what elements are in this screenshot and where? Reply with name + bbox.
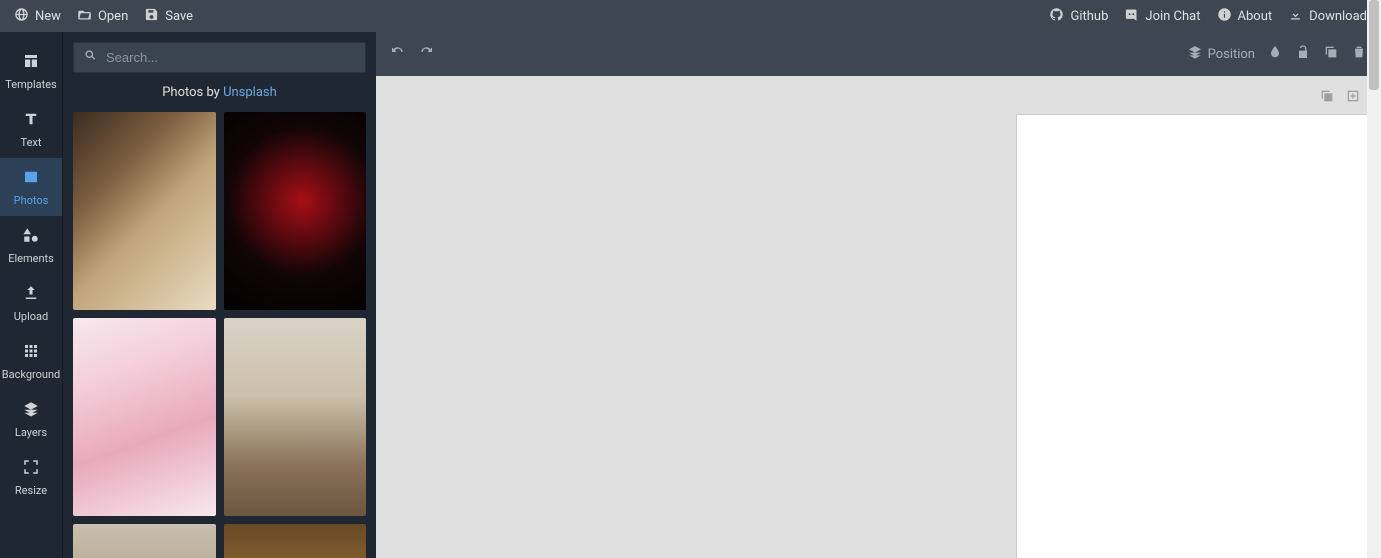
open-label: Open — [98, 9, 128, 24]
upload-icon — [22, 284, 40, 305]
opacity-button[interactable] — [1267, 44, 1283, 64]
shapes-icon — [22, 226, 40, 247]
undo-button[interactable] — [390, 44, 406, 64]
sidebar-item-photos[interactable]: Photos — [0, 158, 62, 216]
sidebar-item-label: Templates — [5, 78, 56, 91]
search-input[interactable] — [106, 50, 356, 65]
template-icon — [22, 52, 40, 73]
download-icon — [1288, 7, 1303, 26]
lock-button[interactable] — [1295, 44, 1311, 64]
canvas-area: Position — [376, 32, 1381, 558]
sidebar-item-label: Layers — [15, 426, 47, 439]
sidebar-item-label: Background — [2, 368, 60, 381]
sidebar-item-label: Photos — [14, 194, 49, 207]
sidebar-item-background[interactable]: Background — [0, 332, 62, 390]
github-label: Github — [1070, 9, 1108, 24]
undo-icon — [390, 44, 406, 64]
download-label: Download — [1309, 9, 1367, 24]
sidebar-item-upload[interactable]: Upload — [0, 274, 62, 332]
new-label: New — [35, 9, 61, 24]
globe-icon — [14, 7, 29, 26]
photo-thumb[interactable] — [73, 318, 216, 516]
drop-icon — [1267, 44, 1283, 64]
save-button[interactable]: Save — [144, 7, 193, 26]
attribution: Photos by Unsplash — [63, 79, 376, 112]
resize-icon — [22, 458, 40, 479]
attribution-prefix: Photos by — [162, 85, 223, 100]
about-link[interactable]: About — [1217, 7, 1273, 26]
position-button[interactable]: Position — [1187, 44, 1255, 64]
sidebar-item-templates[interactable]: Templates — [0, 42, 62, 100]
discord-icon — [1124, 7, 1139, 26]
duplicate-button[interactable] — [1323, 44, 1339, 64]
floppy-icon — [144, 7, 159, 26]
delete-button[interactable] — [1351, 44, 1367, 64]
photos-scroll[interactable] — [63, 112, 376, 558]
attribution-link[interactable]: Unsplash — [223, 85, 277, 100]
about-label: About — [1238, 9, 1273, 24]
github-icon — [1049, 7, 1064, 26]
photos-panel: Photos by Unsplash — [62, 32, 376, 558]
folder-open-icon — [77, 7, 92, 26]
grid-icon — [22, 342, 40, 363]
layers-icon — [1187, 44, 1203, 64]
left-rail: Templates Text Photos Elements Upload Ba… — [0, 32, 62, 558]
canvas-viewport[interactable] — [376, 76, 1381, 558]
sidebar-item-label: Text — [21, 136, 42, 149]
chat-label: Join Chat — [1145, 9, 1200, 24]
download-button[interactable]: Download — [1288, 7, 1367, 26]
redo-button[interactable] — [418, 44, 434, 64]
photo-thumb[interactable] — [73, 112, 216, 310]
new-button[interactable]: New — [14, 7, 61, 26]
save-label: Save — [165, 9, 193, 24]
layers-icon — [22, 400, 40, 421]
position-label: Position — [1208, 47, 1255, 62]
add-page-button[interactable] — [1345, 88, 1361, 108]
search-icon — [83, 48, 98, 67]
photo-thumb[interactable] — [224, 524, 367, 558]
sidebar-item-layers[interactable]: Layers — [0, 390, 62, 448]
trash-icon — [1351, 44, 1367, 64]
copy-icon — [1323, 44, 1339, 64]
sidebar-item-resize[interactable]: Resize — [0, 448, 62, 506]
photo-thumb[interactable] — [73, 524, 216, 558]
duplicate-page-button[interactable] — [1319, 88, 1335, 108]
page-1[interactable] — [1016, 114, 1381, 558]
topbar: New Open Save Github Join Chat Abou — [0, 0, 1381, 32]
photo-thumb[interactable] — [224, 318, 367, 516]
sidebar-item-elements[interactable]: Elements — [0, 216, 62, 274]
image-icon — [22, 168, 40, 189]
info-icon — [1217, 7, 1232, 26]
sidebar-item-label: Upload — [14, 310, 48, 323]
unlock-icon — [1295, 44, 1311, 64]
sidebar-item-text[interactable]: Text — [0, 100, 62, 158]
sidebar-item-label: Resize — [15, 484, 47, 497]
text-icon — [22, 110, 40, 131]
photo-thumb[interactable] — [224, 112, 367, 310]
github-link[interactable]: Github — [1049, 7, 1108, 26]
join-chat-link[interactable]: Join Chat — [1124, 7, 1200, 26]
canvas-toolbar: Position — [376, 32, 1381, 76]
sidebar-item-label: Elements — [8, 252, 54, 265]
open-button[interactable]: Open — [77, 7, 128, 26]
redo-icon — [418, 44, 434, 64]
search-box — [73, 42, 366, 73]
browser-scrollbar[interactable] — [1367, 0, 1381, 558]
